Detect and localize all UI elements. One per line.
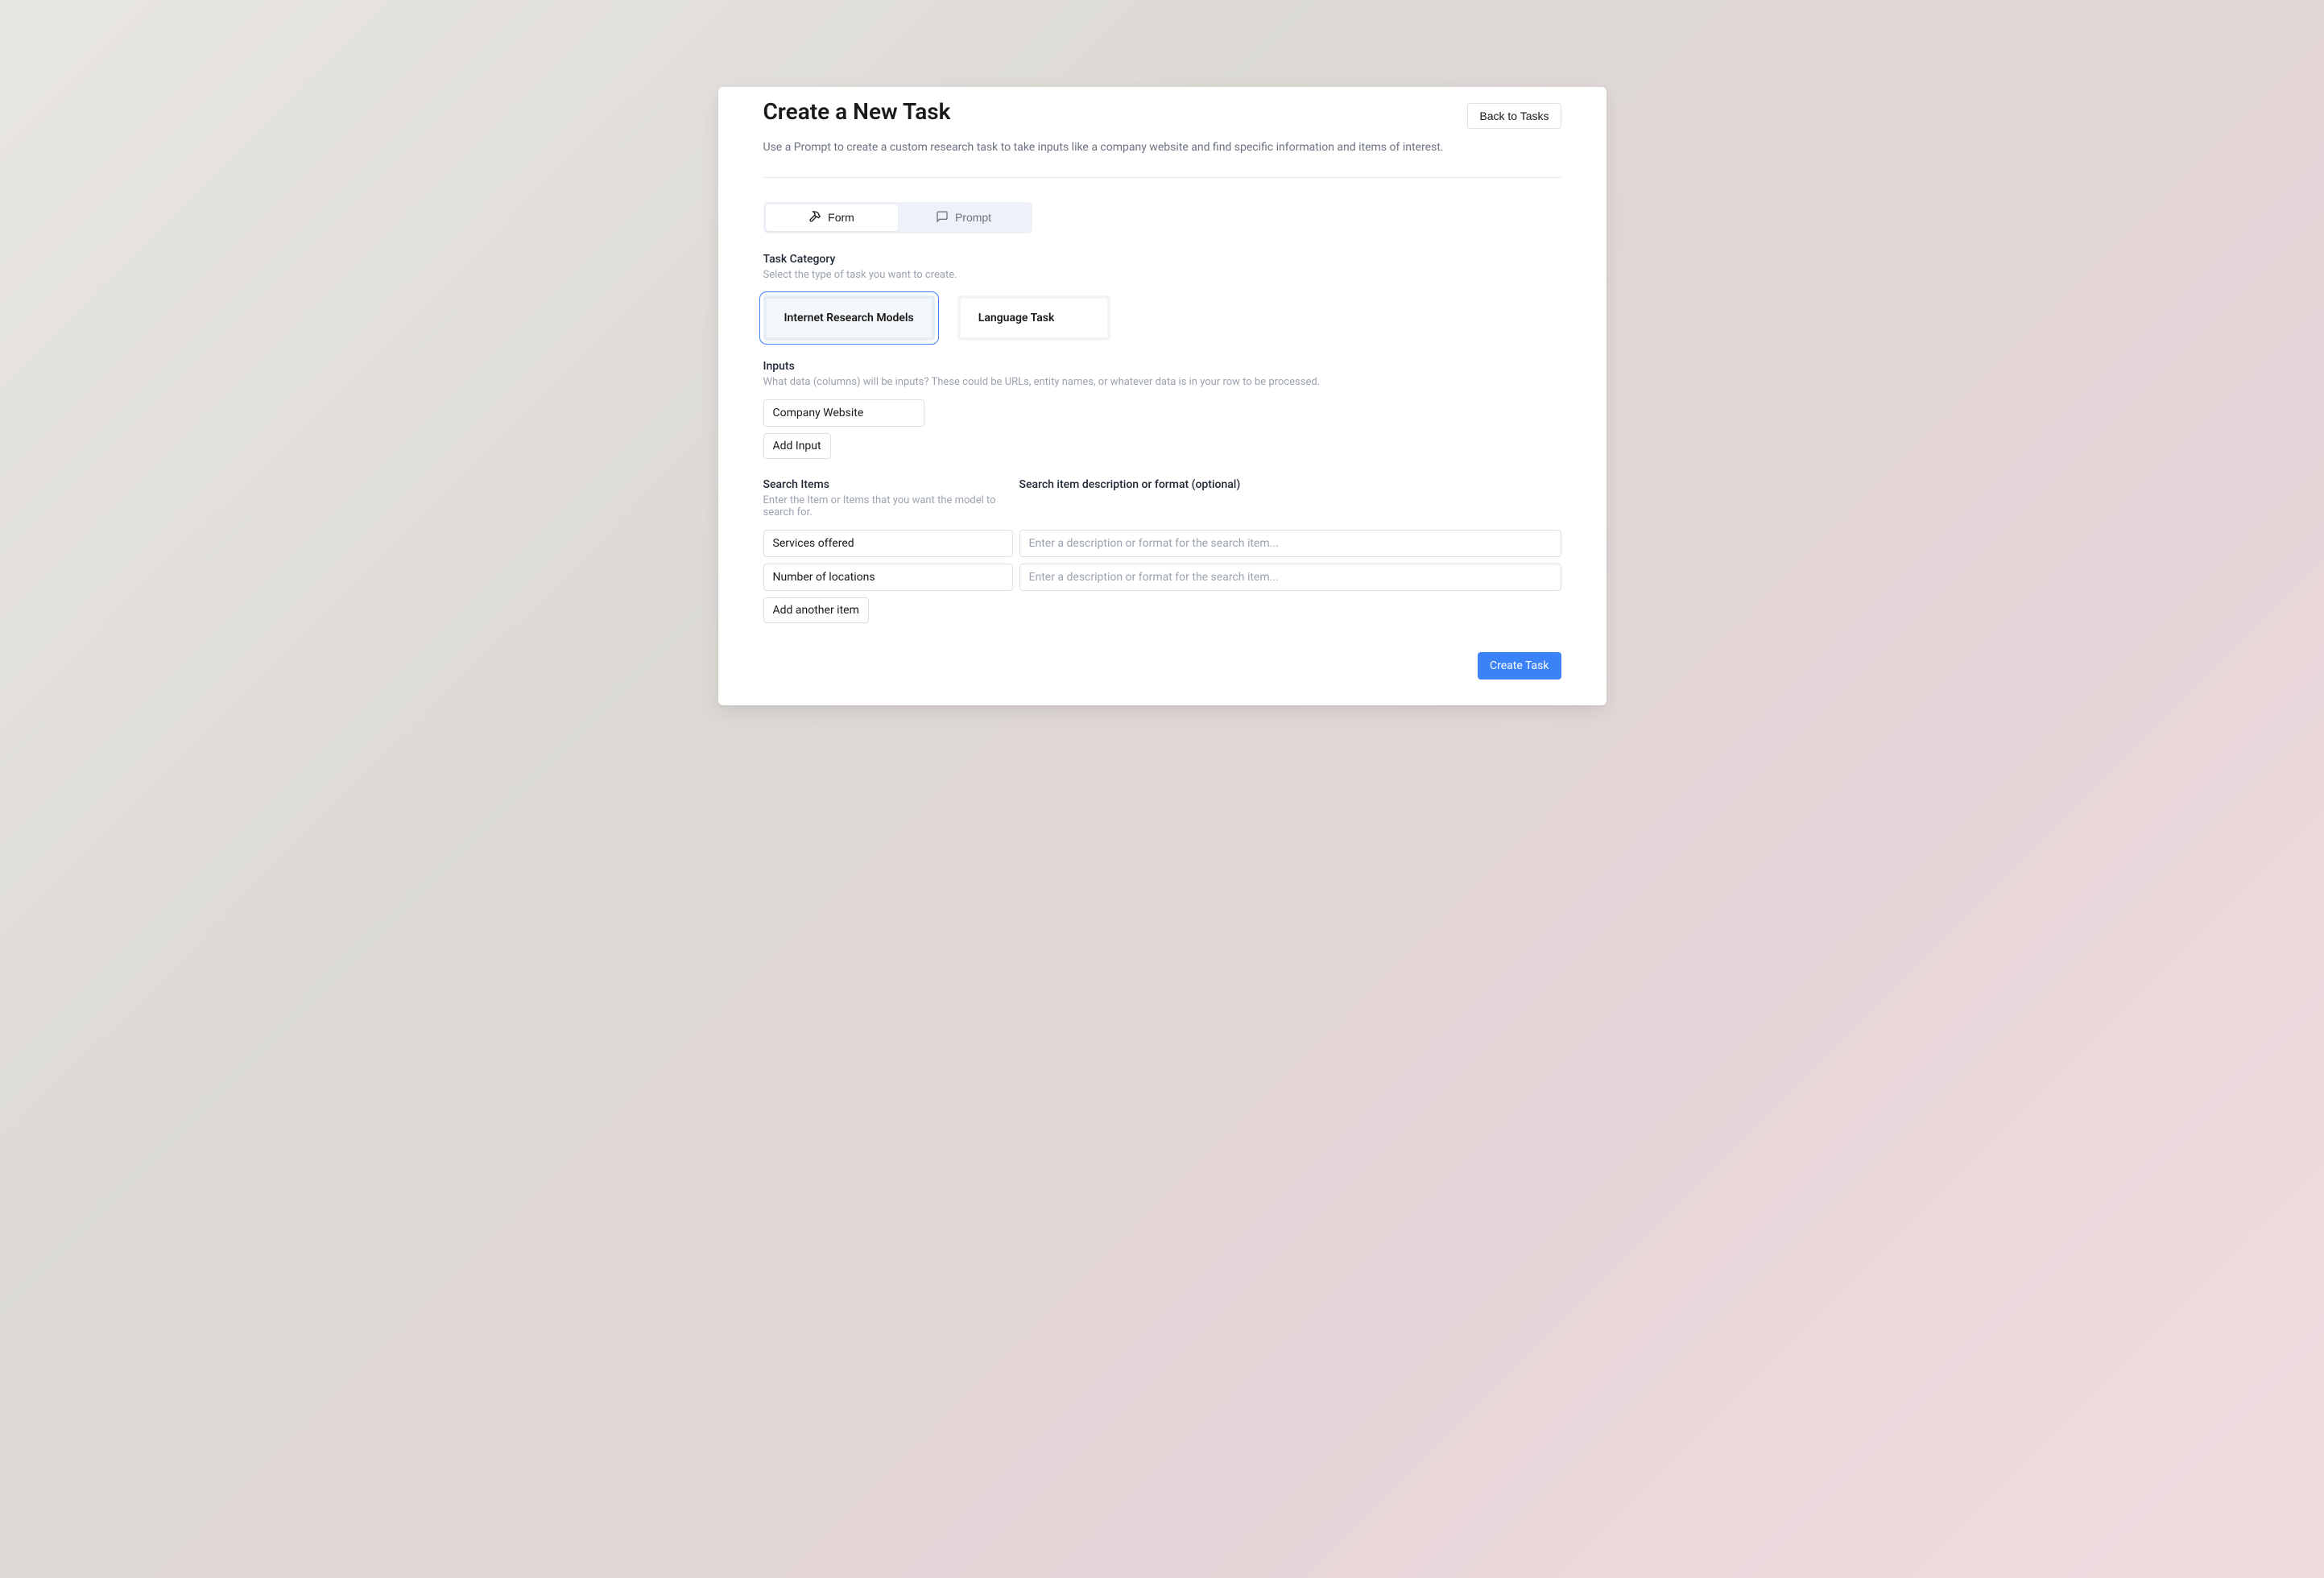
task-card: Create a New Task Back to Tasks Use a Pr… [718,87,1607,705]
footer-row: Create Task [763,652,1561,680]
search-header-row: Search Items Enter the Item or Items tha… [763,478,1561,518]
category-internet-research[interactable]: Internet Research Models [763,295,935,341]
form-prompt-toggle: Form Prompt [763,202,1032,233]
category-options: Internet Research Models Language Task [763,295,1561,341]
search-items-hint: Enter the Item or Items that you want th… [763,494,1013,518]
inputs-list: Add Input [763,399,1561,459]
search-desc-label: Search item description or format (optio… [1019,478,1561,491]
category-hint: Select the type of task you want to crea… [763,269,1561,281]
search-desc-input[interactable] [1019,530,1561,557]
search-item-input[interactable] [763,564,1013,591]
search-item-input[interactable] [763,530,1013,557]
page-title: Create a New Task [763,98,951,125]
add-input-button[interactable]: Add Input [763,433,831,459]
tab-prompt[interactable]: Prompt [898,204,1030,231]
hammer-icon [808,210,821,225]
tab-form[interactable]: Form [766,204,898,231]
category-language-task[interactable]: Language Task [957,295,1110,341]
inputs-section: Inputs What data (columns) will be input… [763,360,1561,459]
inputs-label: Inputs [763,360,1561,373]
search-row [763,564,1561,591]
header-row: Create a New Task Back to Tasks [763,98,1561,129]
tab-form-label: Form [828,211,854,224]
page-description: Use a Prompt to create a custom research… [763,140,1561,156]
search-rows [763,530,1561,591]
search-desc-input[interactable] [1019,564,1561,591]
tab-prompt-label: Prompt [955,211,991,224]
search-items-label: Search Items [763,478,1013,491]
back-to-tasks-button[interactable]: Back to Tasks [1467,103,1561,129]
category-label: Task Category [763,253,1561,266]
input-field[interactable] [763,399,924,427]
inputs-hint: What data (columns) will be inputs? Thes… [763,376,1561,388]
search-row [763,530,1561,557]
divider [763,177,1561,178]
add-search-item-button[interactable]: Add another item [763,597,869,623]
category-section: Task Category Select the type of task yo… [763,253,1561,341]
create-task-button[interactable]: Create Task [1478,652,1561,680]
message-icon [936,210,949,225]
